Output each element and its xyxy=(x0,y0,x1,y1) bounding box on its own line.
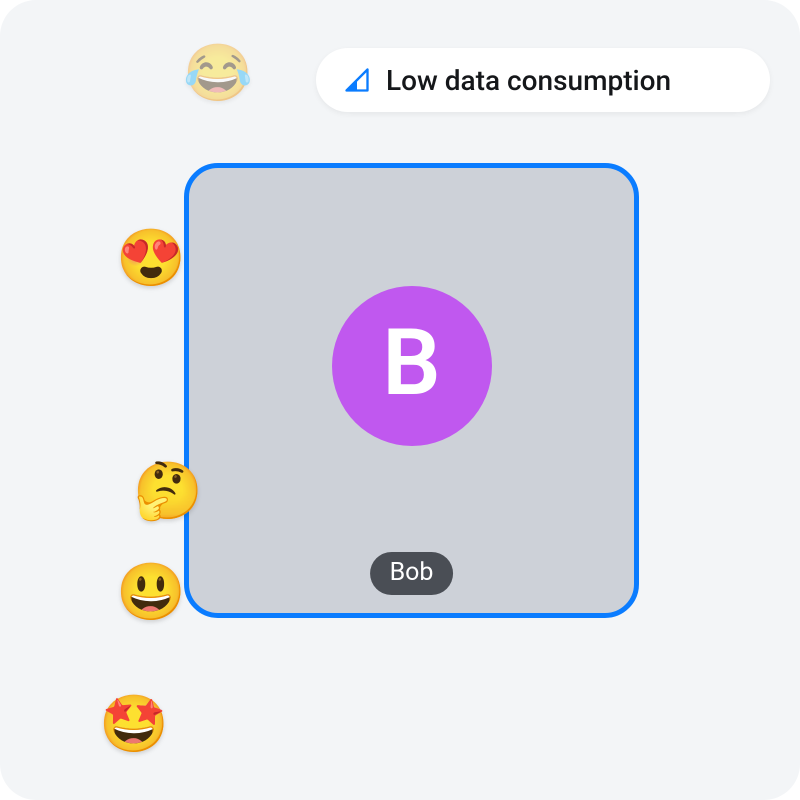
low-data-label: Low data consumption xyxy=(386,64,671,97)
avatar-initial: B xyxy=(382,318,440,410)
signal-low-icon xyxy=(342,65,372,95)
participant-name: Bob xyxy=(390,558,434,587)
participant-name-badge: Bob xyxy=(370,552,454,595)
avatar: B xyxy=(332,286,492,446)
call-stage: Low data consumption B Bob 😂 😍 🤔 😃 🤩 xyxy=(0,0,800,800)
emoji-heart-eyes: 😍 xyxy=(116,230,186,286)
participant-tile[interactable]: B Bob xyxy=(184,163,639,618)
emoji-smile: 😃 xyxy=(116,564,186,620)
emoji-star-eyes: 🤩 xyxy=(99,696,169,752)
emoji-joy: 😂 xyxy=(183,45,253,101)
emoji-thinking: 🤔 xyxy=(133,463,203,519)
low-data-pill[interactable]: Low data consumption xyxy=(316,48,770,112)
